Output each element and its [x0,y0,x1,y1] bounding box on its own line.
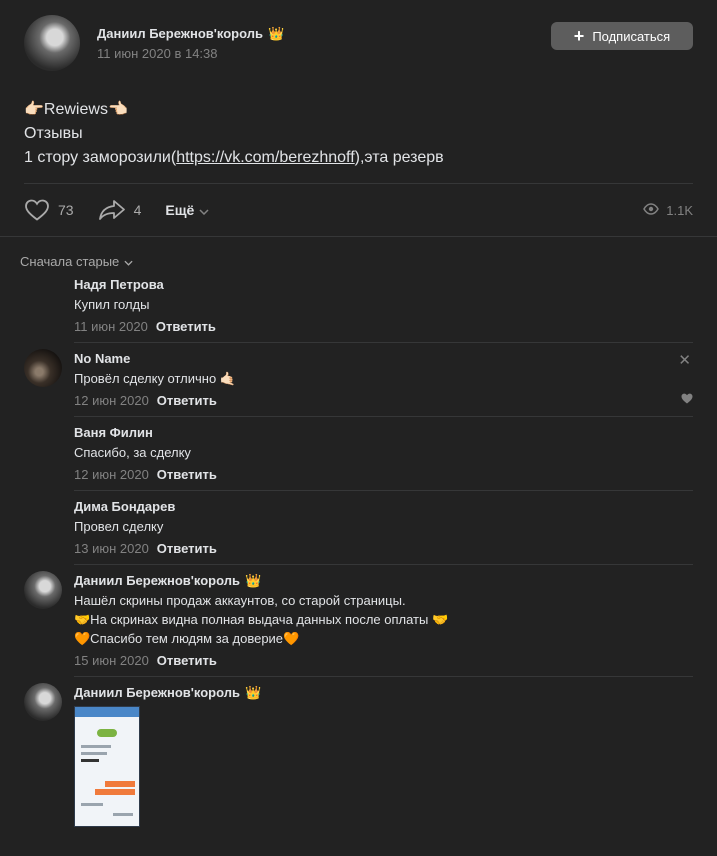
attached-screenshot-thumbnail[interactable] [74,706,140,827]
comment-text-line-2: 🤝На скринах видна полная выдача данных п… [74,612,449,627]
comment-author[interactable]: Даниил Бережнов'король 👑 [74,571,693,589]
comment-author[interactable]: Дима Бондарев [74,497,693,515]
comment: Даниил Бережнов'король 👑 Нашёл скрины пр… [24,565,693,677]
reply-button[interactable]: Ответить [156,319,216,334]
comment-body: Даниил Бережнов'король 👑 [74,677,693,834]
post: Даниил Бережнов'король 👑 11 июн 2020 в 1… [0,0,717,236]
post-link[interactable]: https://vk.com/berezhnoff [176,149,354,166]
views-count: 1.1K [666,202,693,218]
comment: Даниил Бережнов'король 👑 [24,677,693,834]
comment-date[interactable]: 15 июн 2020 [74,653,149,668]
comment-date[interactable]: 12 июн 2020 [74,467,149,482]
comment: Дима Бондарев Провел сделку 13 июн 2020 … [24,491,693,565]
crown-emoji: 👑 [244,572,262,588]
comment-text: Купил голды [74,297,150,312]
like-count: 73 [58,202,74,218]
comment-meta: 15 июн 2020 Ответить [74,651,693,669]
comment-avatar[interactable] [24,275,62,313]
post-date[interactable]: 11 июн 2020 в 14:38 [97,46,551,61]
author-block: Даниил Бережнов'король 👑 11 июн 2020 в 1… [97,26,551,61]
comment-avatar[interactable] [24,423,62,461]
post-text-line-2: Отзывы [24,125,83,142]
like-button[interactable]: 73 [24,198,74,222]
comment-meta: 12 июн 2020 Ответить [74,391,693,409]
subscribe-label: Подписаться [592,28,671,44]
comment-date[interactable]: 13 июн 2020 [74,541,149,556]
more-button[interactable]: Ещё [165,202,209,218]
share-icon [98,198,126,222]
comment-avatar[interactable] [24,497,62,535]
comment-avatar[interactable] [24,683,62,721]
reply-button[interactable]: Ответить [157,393,217,408]
comment-text: Нашёл скрины продаж аккаунтов, со старой… [74,591,693,648]
comment-text: Провёл сделку отлично 🤙🏻 [74,371,236,386]
author-name[interactable]: Даниил Бережнов'король 👑 [97,26,551,41]
more-label: Ещё [165,202,195,218]
comment-date[interactable]: 11 июн 2020 [74,319,148,334]
plus-icon: + [573,26,585,46]
crown-emoji: 👑 [244,684,262,700]
heart-icon[interactable] [681,392,693,407]
comment: Ваня Филин Спасибо, за сделку 12 июн 202… [24,417,693,491]
author-avatar[interactable] [24,15,80,71]
eye-icon [643,202,660,218]
comment-text: Спасибо, за сделку [74,445,191,460]
heart-icon [24,198,50,222]
comment-author-text[interactable]: Даниил Бережнов'король [74,573,240,588]
comment-text: Провел сделку [74,519,164,534]
comment-text-line-1: Нашёл скрины продаж аккаунтов, со старой… [74,593,406,608]
comment-avatar[interactable] [24,349,62,387]
post-header: Даниил Бережнов'король 👑 11 июн 2020 в 1… [24,15,693,71]
subscribe-button[interactable]: + Подписаться [551,22,693,50]
views-counter: 1.1K [643,203,693,218]
comment-author-text[interactable]: Даниил Бережнов'король [74,685,240,700]
comment-author[interactable]: Ваня Филин [74,423,693,441]
author-name-text[interactable]: Даниил Бережнов'король [97,26,263,41]
comment-author[interactable]: No Name [74,349,693,367]
chevron-down-icon [124,254,133,269]
comment-body: Ваня Филин Спасибо, за сделку 12 июн 202… [74,417,693,491]
comments-list: Надя Петрова Купил голды 11 июн 2020 Отв… [0,269,717,834]
post-text-line-3: 1 стору заморозили(https://vk.com/berezh… [24,146,693,170]
comment-avatar[interactable] [24,571,62,609]
comment-author[interactable]: Даниил Бережнов'король 👑 [74,683,693,701]
reply-button[interactable]: Ответить [157,467,217,482]
share-button[interactable]: 4 [98,198,142,222]
post-text-suffix: ),эта резерв [354,149,444,166]
crown-emoji: 👑 [267,25,285,41]
comment-body: Даниил Бережнов'король 👑 Нашёл скрины пр… [74,565,693,677]
comment-meta: 12 июн 2020 Ответить [74,465,693,483]
sort-label: Сначала старые [20,254,120,269]
sort-dropdown[interactable]: Сначала старые [0,237,717,269]
reply-button[interactable]: Ответить [157,653,217,668]
comment-text-line-3: 🧡Спасибо тем людям за доверие🧡 [74,631,300,646]
comment: Надя Петрова Купил голды 11 июн 2020 Отв… [24,269,693,343]
comment-body: Дима Бондарев Провел сделку 13 июн 2020 … [74,491,693,565]
comment: No Name Провёл сделку отлично 🤙🏻 12 июн … [24,343,693,417]
post-text-line-1: 👉🏻Rewiews👈🏻 [24,101,128,118]
post-text: 👉🏻Rewiews👈🏻 Отзывы 1 стору заморозили(ht… [24,98,693,170]
post-text-prefix: 1 стору заморозили( [24,149,177,166]
comment-meta: 13 июн 2020 Ответить [74,539,693,557]
comment-body: Надя Петрова Купил голды 11 июн 2020 Отв… [74,269,693,343]
chevron-down-icon [199,202,209,218]
comment-date[interactable]: 12 июн 2020 [74,393,149,408]
comment-body: No Name Провёл сделку отлично 🤙🏻 12 июн … [74,343,693,417]
share-count: 4 [133,202,142,218]
close-icon[interactable]: ✕ [678,351,691,369]
post-actions: 73 4 Ещё 1.1K [24,184,693,236]
reply-button[interactable]: Ответить [157,541,217,556]
comment-author[interactable]: Надя Петрова [74,275,693,293]
comment-meta: 11 июн 2020 Ответить [74,317,693,335]
